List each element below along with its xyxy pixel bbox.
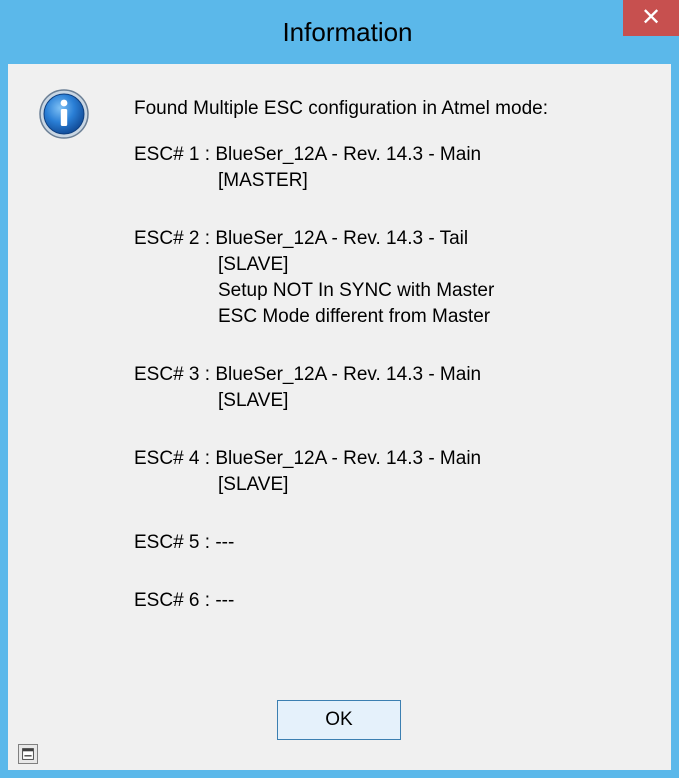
esc-detail: Setup NOT In SYNC with Master: [218, 280, 495, 301]
title-bar[interactable]: Information ✕: [8, 0, 679, 64]
esc-entry: ESC# 2 : BlueSer_12A - Rev. 14.3 - Tail […: [134, 226, 664, 330]
esc-line: ESC# 4 : BlueSer_12A - Rev. 14.3 - Main: [134, 448, 482, 469]
esc-list: ESC# 1 : BlueSer_12A - Rev. 14.3 - Main […: [134, 142, 664, 614]
esc-entry: ESC# 6 : ---: [134, 588, 664, 614]
esc-entry: ESC# 4 : BlueSer_12A - Rev. 14.3 - Main […: [134, 446, 664, 498]
information-dialog: Information ✕ Found Multiple ESC configu…: [0, 0, 679, 778]
esc-entry: ESC# 5 : ---: [134, 530, 664, 556]
esc-line: ESC# 5 : ---: [134, 532, 235, 553]
esc-detail: [SLAVE]: [218, 474, 289, 495]
esc-detail: [SLAVE]: [218, 254, 289, 275]
esc-detail: [SLAVE]: [218, 390, 289, 411]
esc-line: ESC# 2 : BlueSer_12A - Rev. 14.3 - Tail: [134, 228, 469, 249]
message-text: Found Multiple ESC configuration in Atme…: [134, 96, 664, 646]
esc-entry: ESC# 3 : BlueSer_12A - Rev. 14.3 - Main […: [134, 362, 664, 414]
esc-detail: ESC Mode different from Master: [218, 306, 491, 327]
window-title: Information: [282, 17, 413, 47]
close-button[interactable]: ✕: [623, 0, 679, 36]
esc-line: ESC# 3 : BlueSer_12A - Rev. 14.3 - Main: [134, 364, 482, 385]
esc-detail: [MASTER]: [218, 170, 308, 191]
esc-entry: ESC# 1 : BlueSer_12A - Rev. 14.3 - Main […: [134, 142, 664, 194]
dialog-content: Found Multiple ESC configuration in Atme…: [8, 64, 671, 770]
info-icon: [39, 89, 89, 139]
close-icon: ✕: [640, 4, 662, 31]
window-restore-icon[interactable]: [18, 744, 38, 764]
ok-button[interactable]: OK: [277, 700, 401, 740]
esc-line: ESC# 1 : BlueSer_12A - Rev. 14.3 - Main: [134, 144, 482, 165]
message-header: Found Multiple ESC configuration in Atme…: [134, 98, 548, 119]
esc-line: ESC# 6 : ---: [134, 590, 235, 611]
